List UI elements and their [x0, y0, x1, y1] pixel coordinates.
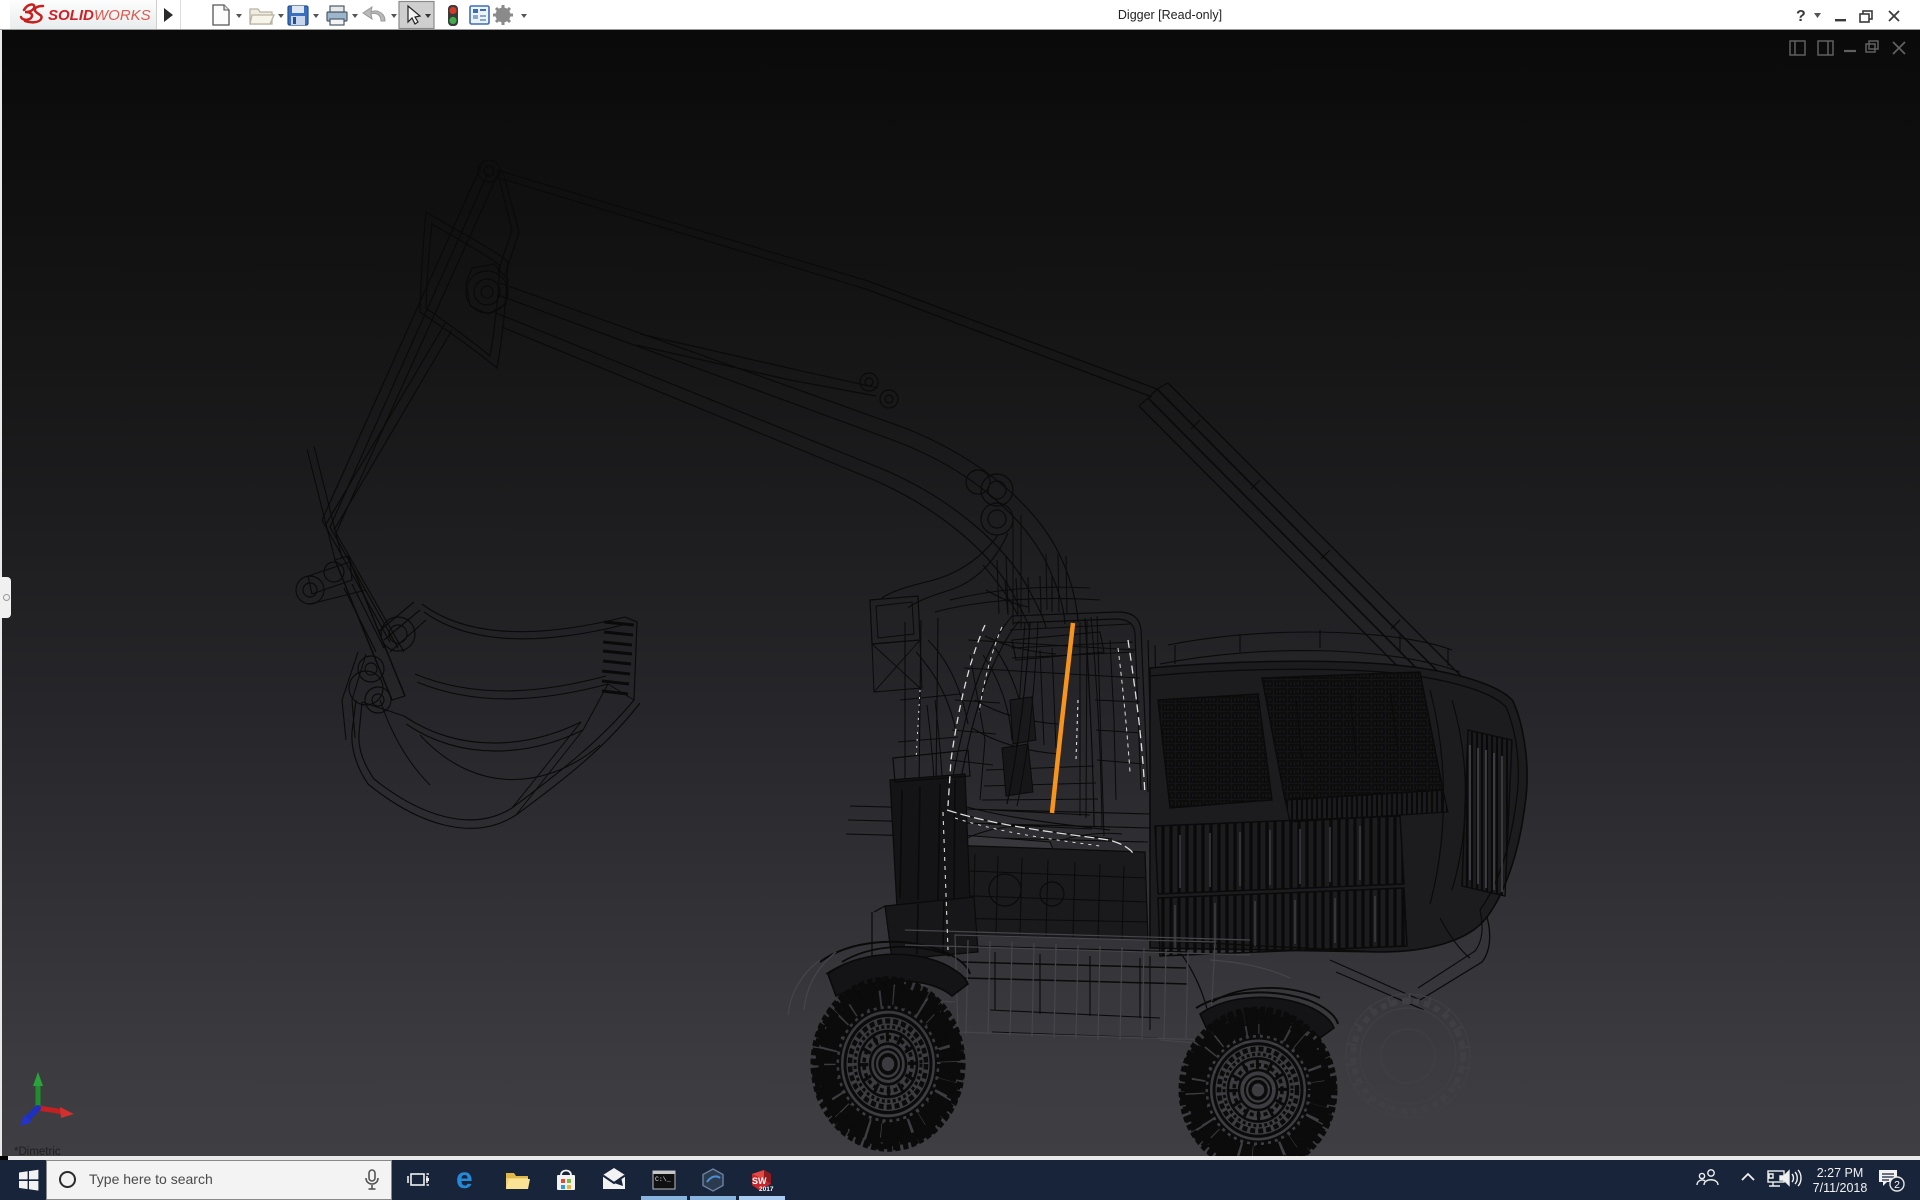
svg-text:7/11/2018: 7/11/2018: [1813, 1181, 1868, 1195]
svg-text:2:27 PM: 2:27 PM: [1817, 1166, 1864, 1180]
svg-text:2: 2: [1894, 1179, 1900, 1191]
svg-text:SW: SW: [752, 1176, 767, 1186]
svg-text:C:\_: C:\_: [655, 1176, 671, 1183]
svg-text:?: ?: [1796, 8, 1806, 25]
svg-text:2017: 2017: [759, 1186, 774, 1193]
